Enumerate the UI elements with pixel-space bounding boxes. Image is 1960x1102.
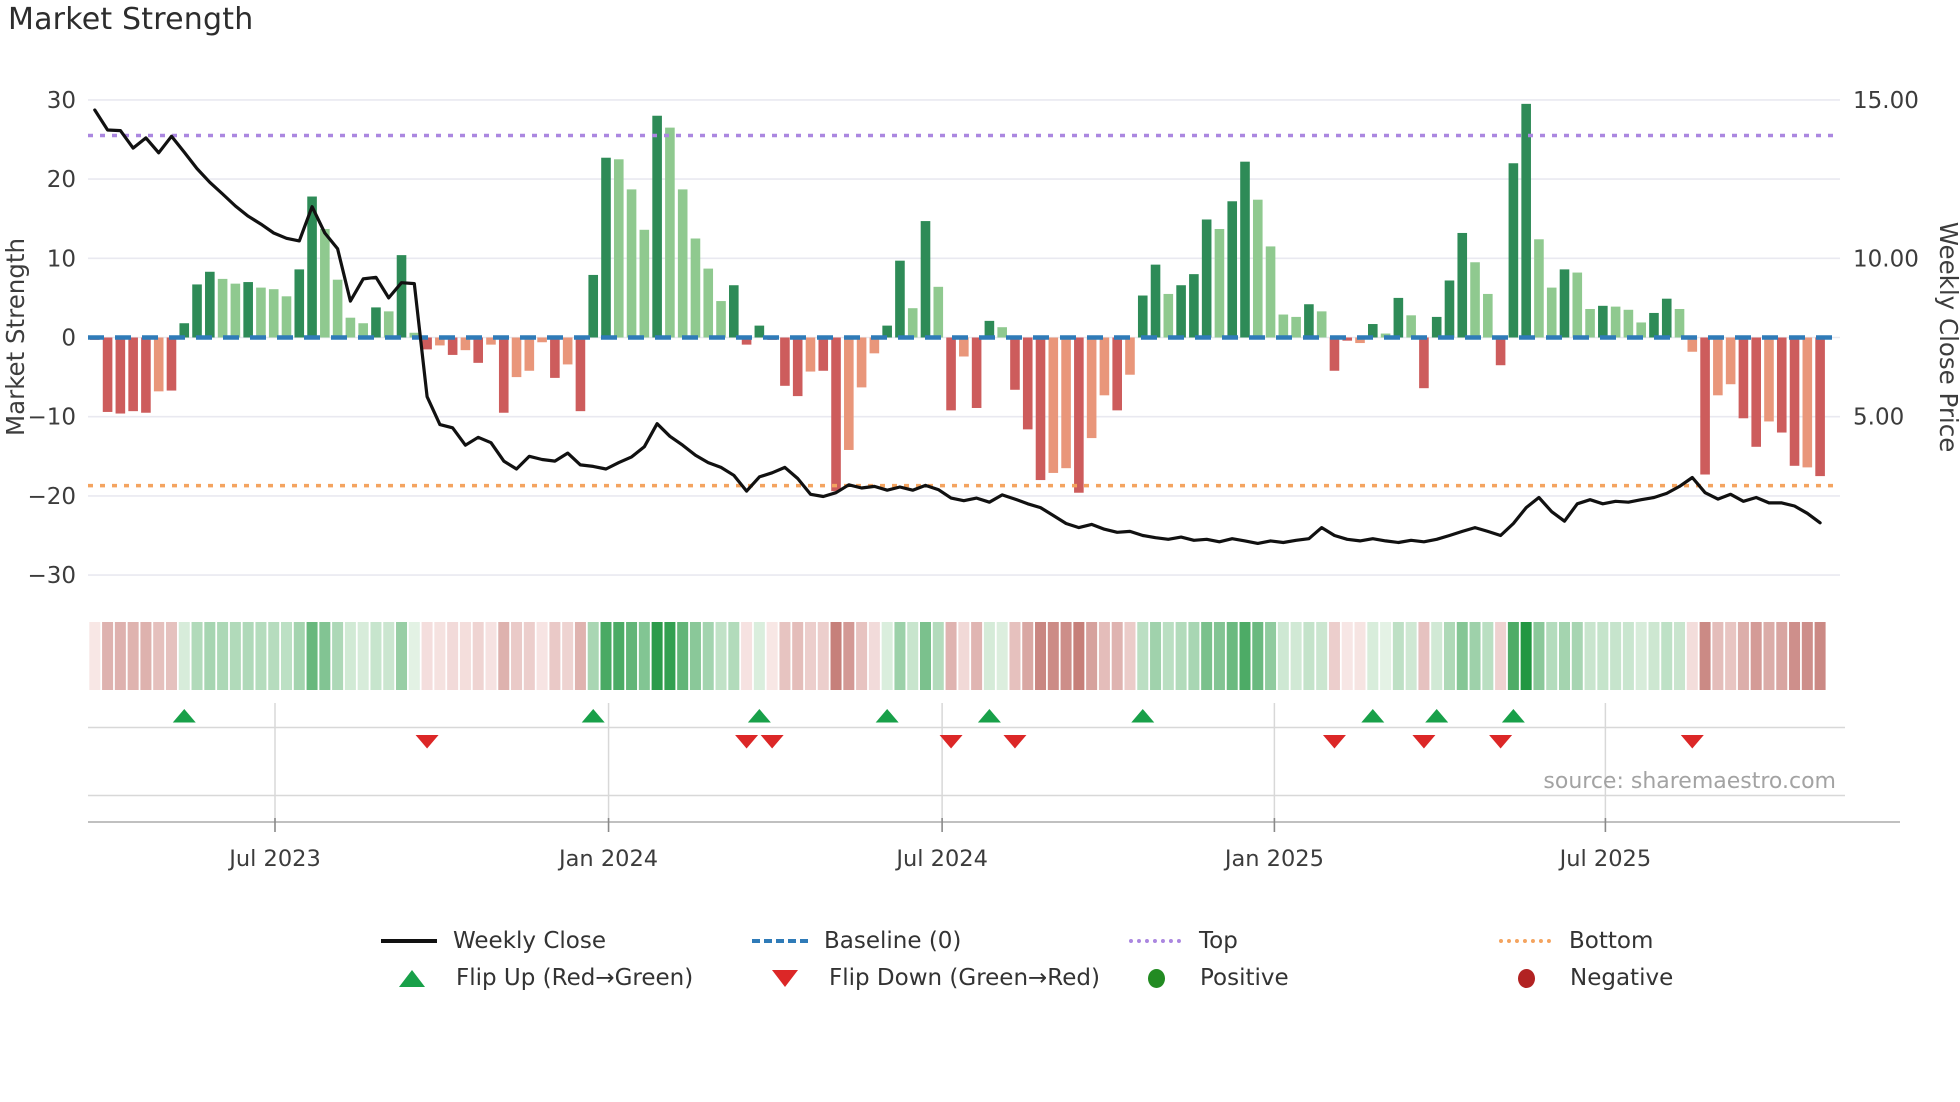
- market-strength-chart: 30 20 10 0 −10 −20 −30 15.00 10.00 5.00 Jul 2023 Ja…: [1, 88, 1960, 872]
- legend-item-top: Top: [1126, 926, 1238, 956]
- svg-text:−30: −30: [27, 563, 76, 589]
- svg-text:0: 0: [61, 326, 76, 352]
- legend-label: Flip Down (Green→Red): [829, 965, 1100, 991]
- legend-item-flip-up: Flip Up (Red→Green): [383, 963, 693, 993]
- positive-dot-icon: [1127, 968, 1185, 988]
- right-axis-title: Weekly Close Price: [1934, 222, 1960, 453]
- svg-text:−10: −10: [27, 405, 76, 431]
- svg-text:Jul 2023: Jul 2023: [227, 846, 321, 872]
- baseline-dash-swatch-icon: [751, 939, 809, 943]
- bottom-dotted-swatch-icon: [1496, 939, 1554, 943]
- svg-text:Jul 2024: Jul 2024: [894, 846, 988, 872]
- left-axis-tick-labels: 30 20 10 0 −10 −20 −30: [27, 88, 76, 589]
- legend-item-baseline: Baseline (0): [751, 926, 961, 956]
- svg-text:Weekly Close Price: Weekly Close Price: [1934, 222, 1960, 453]
- svg-text:10: 10: [47, 246, 76, 272]
- right-axis-tick-labels: 15.00 10.00 5.00: [1853, 88, 1919, 431]
- svg-text:30: 30: [47, 88, 76, 114]
- heatmap-strip: [89, 622, 1826, 690]
- source-annotation: source: sharemaestro.com: [1543, 769, 1836, 794]
- svg-text:source: sharemaestro.com: source: sharemaestro.com: [1543, 769, 1836, 794]
- weekly-close-line-swatch-icon: [380, 939, 438, 943]
- legend-label: Positive: [1200, 965, 1289, 991]
- legend-item-negative: Negative: [1497, 963, 1673, 993]
- legend-label: Top: [1199, 928, 1238, 954]
- legend-label: Baseline (0): [824, 928, 962, 954]
- svg-text:Jan 2024: Jan 2024: [557, 846, 658, 872]
- legend-item-positive: Positive: [1127, 963, 1289, 993]
- legend-label: Bottom: [1569, 928, 1654, 954]
- svg-text:−20: −20: [27, 484, 76, 510]
- flip-up-triangle-icon: [383, 969, 441, 987]
- legend-item-weekly-close: Weekly Close: [380, 926, 606, 956]
- svg-text:Market Strength: Market Strength: [1, 238, 30, 436]
- svg-text:5.00: 5.00: [1853, 405, 1904, 431]
- flip-down-triangle-icon: [756, 969, 814, 987]
- legend-item-flip-down: Flip Down (Green→Red): [756, 963, 1100, 993]
- flip-up-markers: [172, 709, 1525, 723]
- left-axis-title: Market Strength: [1, 238, 30, 436]
- x-axis-tick-labels: Jul 2023 Jan 2024 Jul 2024 Jan 2025 Jul 2025: [227, 846, 1651, 872]
- legend-label: Weekly Close: [453, 928, 606, 954]
- svg-text:15.00: 15.00: [1853, 88, 1919, 114]
- top-dotted-swatch-icon: [1126, 939, 1184, 943]
- svg-text:Jan 2025: Jan 2025: [1223, 846, 1324, 872]
- svg-text:Jul 2025: Jul 2025: [1558, 846, 1652, 872]
- legend-label: Flip Up (Red→Green): [456, 965, 694, 991]
- legend-label: Negative: [1570, 965, 1674, 991]
- legend-item-bottom: Bottom: [1496, 926, 1653, 956]
- svg-text:20: 20: [47, 167, 76, 193]
- svg-text:10.00: 10.00: [1853, 246, 1919, 272]
- negative-dot-icon: [1497, 968, 1555, 988]
